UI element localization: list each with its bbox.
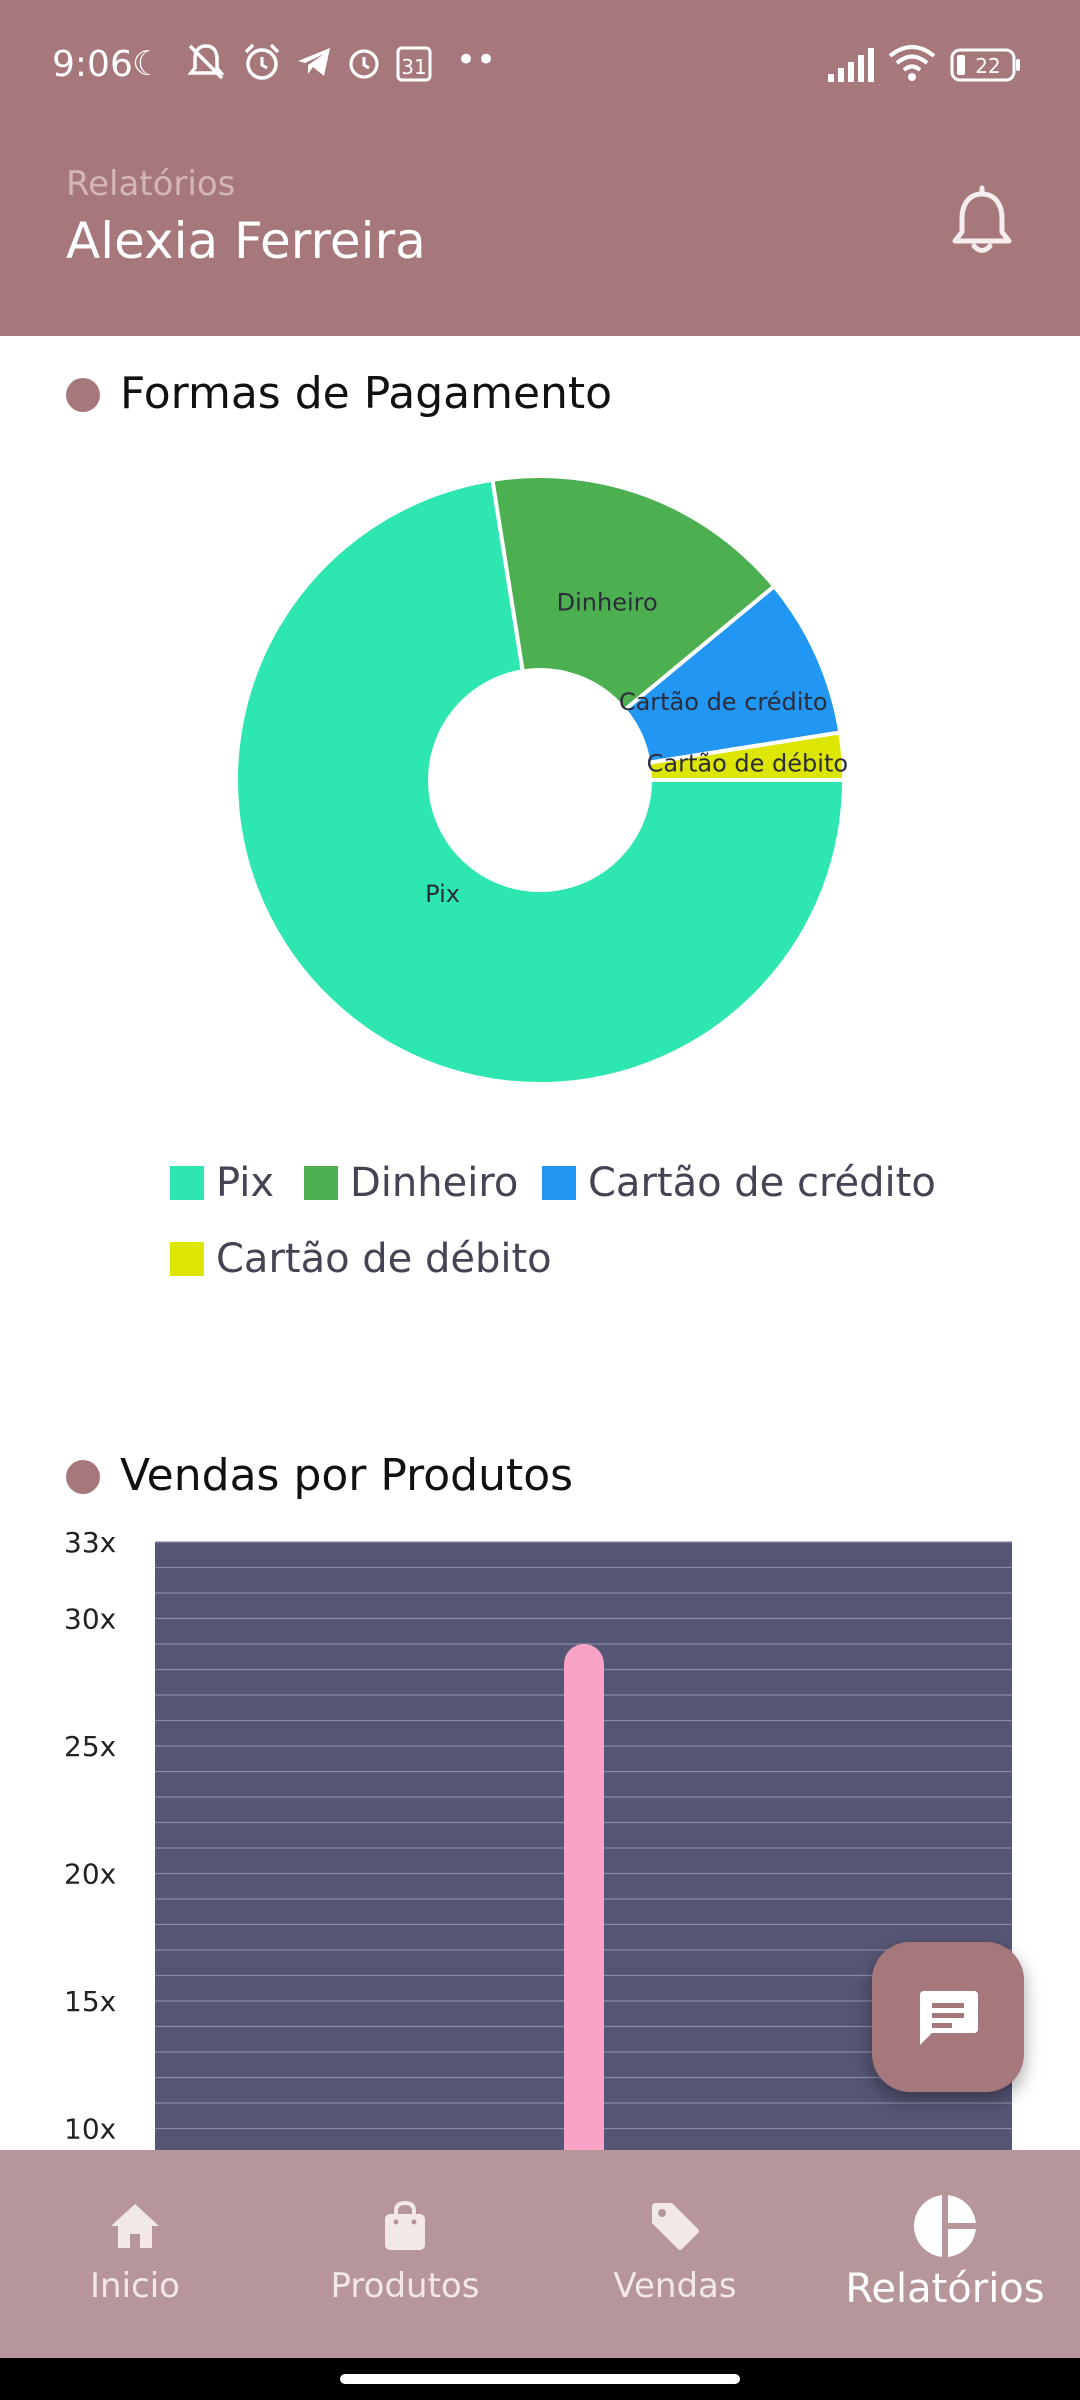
legend-label: Pix	[216, 1160, 275, 1206]
legend-swatch	[170, 1242, 204, 1276]
svg-text:31: 31	[401, 55, 426, 79]
legend-item-pix: Pix	[170, 1160, 274, 1206]
home-icon	[100, 2194, 170, 2258]
nav-label: Vendas	[613, 2266, 737, 2306]
legend-swatch	[170, 1166, 204, 1200]
notification-bell-icon[interactable]	[942, 180, 1022, 260]
chat-fab-button[interactable]	[872, 1942, 1024, 2092]
svg-text:22: 22	[975, 54, 1000, 78]
calendar-icon: 31	[396, 44, 432, 91]
nav-item-relatorios[interactable]: Relatórios	[810, 2150, 1080, 2358]
y-tick-label: 10x	[64, 2113, 116, 2146]
telegram-icon	[294, 42, 334, 91]
header-title: Alexia Ferreira	[66, 212, 426, 270]
bottom-navigation: Inicio Produtos Vendas Relatórios	[0, 2150, 1080, 2358]
legend-label: Cartão de crédito	[588, 1160, 936, 1206]
nav-label: Relatórios	[845, 2266, 1045, 2312]
status-time: 9:06	[52, 44, 133, 85]
moon-icon: ☾	[132, 44, 163, 84]
header-subtitle: Relatórios	[66, 164, 236, 204]
y-tick-label: 30x	[64, 1603, 116, 1636]
y-tick-label: 33x	[64, 1526, 116, 1559]
y-tick-label: 20x	[64, 1858, 116, 1891]
nav-item-vendas[interactable]: Vendas	[540, 2150, 810, 2358]
legend-item-debito: Cartão de débito	[170, 1236, 552, 1282]
nav-label: Produtos	[330, 2266, 480, 2306]
shopping-bag-icon	[370, 2194, 440, 2258]
clock-icon	[344, 42, 384, 91]
section-bullet	[66, 1460, 100, 1494]
legend-label: Dinheiro	[350, 1160, 519, 1206]
donut-slice-label: Cartão de débito	[647, 750, 848, 778]
signal-icon	[826, 48, 878, 91]
app-screen: 9:06 ☾ 31 •• 22 Relatórios Alexia Ferrei…	[0, 0, 1080, 2400]
sales-section-title: Vendas por Produtos	[120, 1450, 574, 1501]
chat-icon	[920, 1991, 978, 2045]
legend-label: Cartão de débito	[216, 1236, 552, 1282]
nav-label: Inicio	[90, 2266, 180, 2306]
donut-slice-label: Pix	[425, 880, 460, 908]
more-dots: ••	[456, 40, 497, 80]
bar	[564, 1644, 604, 2150]
payment-methods-donut-chart: Pix Dinheiro Cartão de crédito Cartão de dé…	[234, 474, 848, 1086]
legend-swatch	[542, 1166, 576, 1200]
battery-icon: 22	[950, 48, 1022, 91]
section-bullet	[66, 378, 100, 412]
wifi-icon	[888, 44, 936, 93]
legend-swatch	[304, 1166, 338, 1200]
nav-item-produtos[interactable]: Produtos	[270, 2150, 540, 2358]
donut-slice-label: Cartão de crédito	[619, 688, 828, 716]
legend-item-dinheiro: Dinheiro	[304, 1160, 518, 1206]
gesture-bar	[0, 2358, 1080, 2400]
payments-section-title: Formas de Pagamento	[120, 368, 613, 419]
donut-slice-label: Dinheiro	[557, 588, 658, 616]
tag-icon	[640, 2194, 710, 2258]
muted-bell-icon	[184, 40, 228, 93]
alarm-icon	[240, 40, 284, 93]
home-gesture-handle[interactable]	[340, 2374, 740, 2384]
y-tick-label: 15x	[64, 1985, 116, 2018]
y-tick-label: 25x	[64, 1730, 116, 1763]
app-header: 9:06 ☾ 31 •• 22 Relatórios Alexia Ferrei…	[0, 0, 1080, 336]
nav-item-inicio[interactable]: Inicio	[0, 2150, 270, 2358]
pie-chart-icon	[910, 2193, 980, 2259]
legend-item-credito: Cartão de crédito	[542, 1160, 936, 1206]
